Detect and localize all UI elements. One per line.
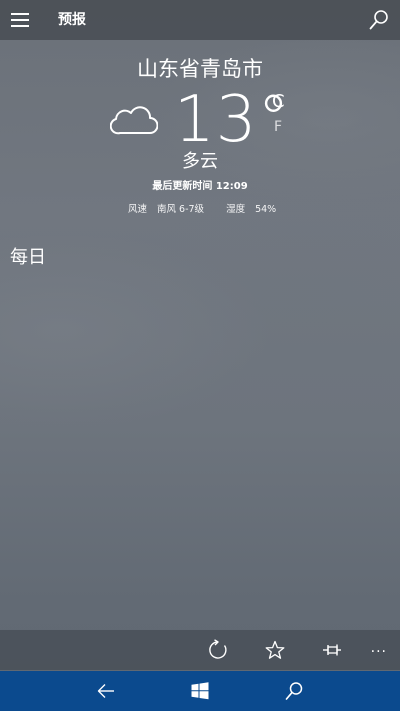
wind-label: 风速 xyxy=(128,204,148,215)
more-options-button[interactable]: ... xyxy=(371,640,387,656)
city-name: 山东省青岛市 xyxy=(137,57,263,81)
humidity-value: 54% xyxy=(255,204,277,215)
daily-section-title: 每日 xyxy=(10,247,46,268)
search-icon[interactable] xyxy=(368,9,390,31)
unit-celsius-toggle[interactable]: C xyxy=(272,91,285,113)
unit-fahrenheit-toggle[interactable]: F xyxy=(274,118,282,136)
bottom-app-bar: ... xyxy=(0,630,400,670)
weather-condition: 多云 xyxy=(182,151,218,172)
page-title: 预报 xyxy=(58,12,86,28)
star-icon[interactable] xyxy=(264,639,286,661)
cloud-icon xyxy=(110,106,158,135)
back-arrow-icon[interactable] xyxy=(96,681,116,701)
weather-screen: 预报 山东省青岛市 13° C F 多云 最后更新时间 12:09 风速 南风 6… xyxy=(0,0,400,711)
hamburger-icon[interactable] xyxy=(11,13,29,27)
wind-value: 南风 6-7级 xyxy=(157,204,205,215)
last-updated-time: 最后更新时间 12:09 xyxy=(152,181,248,192)
top-app-bar: 预报 xyxy=(0,0,400,40)
weather-details: 风速 南风 6-7级 湿度 54% xyxy=(128,203,276,217)
search-icon[interactable] xyxy=(284,681,304,701)
refresh-icon[interactable] xyxy=(207,639,229,661)
windows-logo-icon[interactable] xyxy=(190,681,210,701)
system-navigation-bar xyxy=(0,671,400,711)
pin-icon[interactable] xyxy=(321,639,343,661)
humidity-label: 湿度 xyxy=(226,204,246,215)
